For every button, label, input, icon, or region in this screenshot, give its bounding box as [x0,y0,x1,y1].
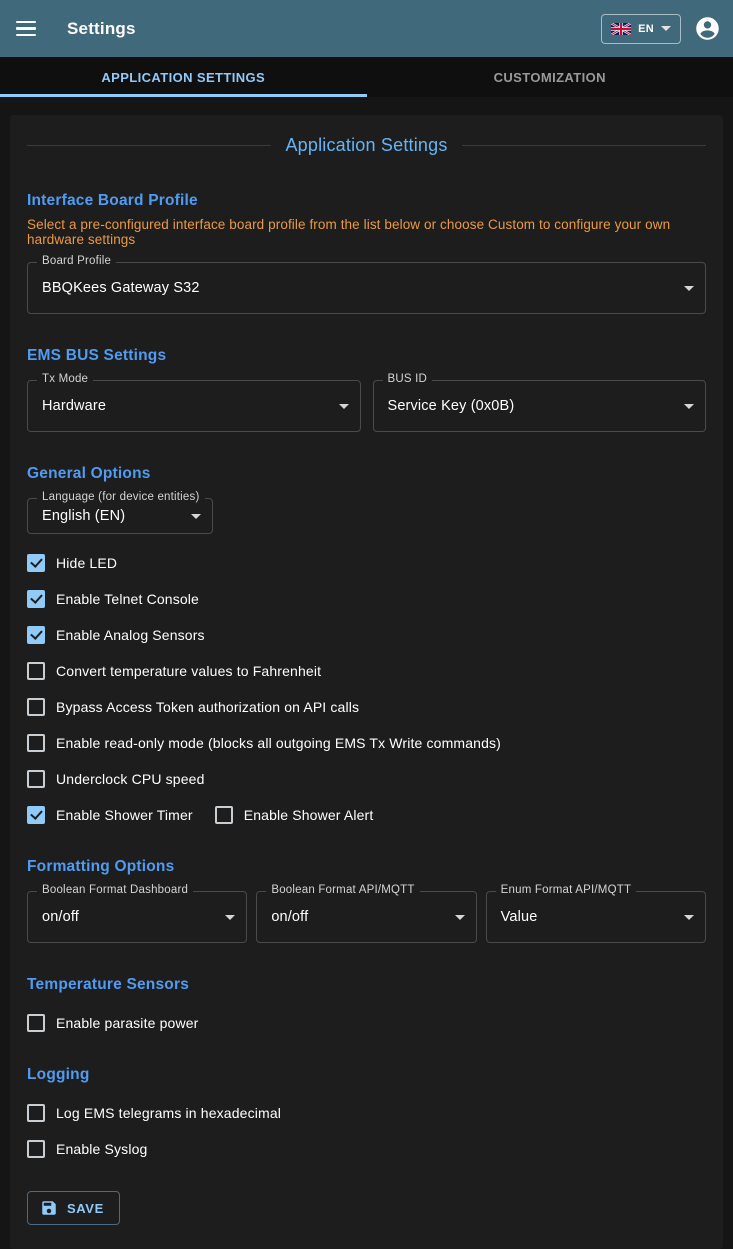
dropdown-caret-icon [684,915,694,920]
account-icon[interactable] [694,15,721,42]
language-selector-button[interactable]: EN [601,14,681,44]
checkbox[interactable] [27,770,45,788]
boolean-format-api-value: on/off [271,909,308,925]
checkbox[interactable] [27,1014,45,1032]
checkbox-row-bypass-token[interactable]: Bypass Access Token authorization on API… [27,697,706,717]
checkbox[interactable] [27,698,45,716]
bus-id-value: Service Key (0x0B) [388,398,515,414]
chevron-down-icon [661,26,671,31]
section-temperature-sensors: Temperature Sensors [27,976,706,994]
boolean-format-dashboard-select[interactable]: Boolean Format Dashboard on/off [27,891,247,943]
board-profile-value: BBQKees Gateway S32 [42,280,200,296]
dropdown-caret-icon [339,404,349,409]
checkbox-row-fahrenheit[interactable]: Convert temperature values to Fahrenheit [27,661,706,681]
checkbox-label: Enable Telnet Console [56,591,199,607]
checkbox-row-readonly-mode[interactable]: Enable read-only mode (blocks all outgoi… [27,733,706,753]
tx-mode-select[interactable]: Tx Mode Hardware [27,380,361,432]
boolean-format-dashboard-label: Boolean Format Dashboard [37,884,193,896]
checkbox-label: Convert temperature values to Fahrenheit [56,663,321,679]
checkbox-label: Enable parasite power [56,1015,198,1031]
section-ems-bus-settings: EMS BUS Settings [27,347,706,365]
dropdown-caret-icon [191,514,201,519]
enum-format-api-label: Enum Format API/MQTT [496,884,637,896]
page-title-row: Application Settings [27,135,706,156]
checkbox-label: Enable Shower Alert [244,807,374,823]
language-entities-label: Language (for device entities) [37,491,205,503]
boolean-format-api-label: Boolean Format API/MQTT [266,884,419,896]
checkbox-label: Underclock CPU speed [56,771,205,787]
bus-id-label: BUS ID [383,373,433,385]
enum-format-api-value: Value [501,909,538,925]
language-code: EN [638,23,654,35]
checkbox-row-syslog[interactable]: Enable Syslog [27,1139,706,1159]
checkbox[interactable] [27,662,45,680]
checkbox-row-underclock-cpu[interactable]: Underclock CPU speed [27,769,706,789]
checkbox-label: Bypass Access Token authorization on API… [56,699,359,715]
dropdown-caret-icon [684,286,694,291]
checkbox-label: Enable Shower Timer [56,807,193,823]
checkbox-label: Enable Syslog [56,1141,147,1157]
checkbox[interactable] [27,554,45,572]
tab-bar: APPLICATION SETTINGS CUSTOMIZATION [0,57,733,97]
checkbox-row-shower: Enable Shower Timer Enable Shower Alert [27,805,706,825]
app-title: Settings [67,19,136,39]
tx-mode-label: Tx Mode [37,373,93,385]
page-title: Application Settings [285,135,447,156]
bus-id-select[interactable]: BUS ID Service Key (0x0B) [373,380,707,432]
section-formatting-options: Formatting Options [27,858,706,876]
save-icon [40,1199,58,1217]
checkbox[interactable] [27,1140,45,1158]
save-button-label: SAVE [67,1201,104,1216]
checkbox-row-analog-sensors[interactable]: Enable Analog Sensors [27,625,706,645]
language-entities-select[interactable]: Language (for device entities) English (… [27,498,213,534]
tx-mode-value: Hardware [42,398,106,414]
checkbox-label: Enable Analog Sensors [56,627,205,643]
boolean-format-api-select[interactable]: Boolean Format API/MQTT on/off [256,891,476,943]
language-entities-value: English (EN) [42,508,125,524]
divider [462,145,706,146]
menu-icon[interactable] [16,17,40,41]
uk-flag-icon [611,23,631,35]
checkbox-row-hide-led[interactable]: Hide LED [27,553,706,573]
checkbox[interactable] [27,734,45,752]
divider [27,145,271,146]
checkbox[interactable] [27,590,45,608]
checkbox-row-shower-alert[interactable]: Enable Shower Alert [215,806,374,824]
app-bar: Settings EN [0,0,733,57]
section-interface-board-profile: Interface Board Profile [27,192,706,210]
section-logging: Logging [27,1066,706,1084]
checkbox-row-parasite-power[interactable]: Enable parasite power [27,1013,706,1033]
board-profile-select[interactable]: Board Profile BBQKees Gateway S32 [27,262,706,314]
tab-application-settings[interactable]: APPLICATION SETTINGS [0,57,367,97]
checkbox[interactable] [27,806,45,824]
settings-card: Application Settings Interface Board Pro… [10,115,723,1249]
boolean-format-dashboard-value: on/off [42,909,79,925]
dropdown-caret-icon [684,404,694,409]
dropdown-caret-icon [455,915,465,920]
checkbox-label: Enable read-only mode (blocks all outgoi… [56,735,501,751]
checkbox-label: Hide LED [56,555,117,571]
checkbox[interactable] [27,626,45,644]
checkbox[interactable] [27,1104,45,1122]
enum-format-api-select[interactable]: Enum Format API/MQTT Value [486,891,706,943]
checkbox-row-telnet[interactable]: Enable Telnet Console [27,589,706,609]
section-general-options: General Options [27,465,706,483]
checkbox-row-shower-timer[interactable]: Enable Shower Timer [27,806,193,824]
tab-customization[interactable]: CUSTOMIZATION [367,57,733,97]
checkbox-row-log-hex[interactable]: Log EMS telegrams in hexadecimal [27,1103,706,1123]
board-profile-label: Board Profile [37,255,116,267]
checkbox[interactable] [215,806,233,824]
checkbox-label: Log EMS telegrams in hexadecimal [56,1105,281,1121]
save-button[interactable]: SAVE [27,1191,120,1225]
dropdown-caret-icon [225,915,235,920]
board-profile-hint: Select a pre-configured interface board … [27,217,706,247]
